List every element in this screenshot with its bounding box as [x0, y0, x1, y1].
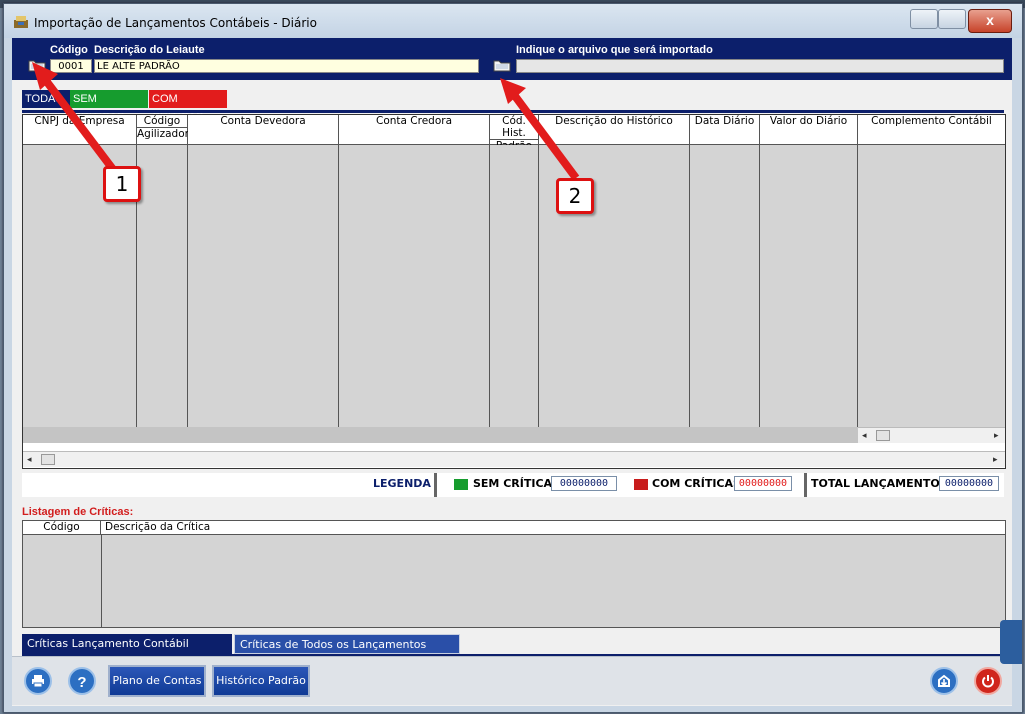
annotation-arrows: [32, 62, 580, 181]
arrow-2-line: [508, 89, 580, 181]
annotation-marker-1: 1: [103, 166, 141, 202]
arrow-1-line: [40, 75, 122, 179]
annotation-marker-2: 2: [556, 178, 594, 214]
